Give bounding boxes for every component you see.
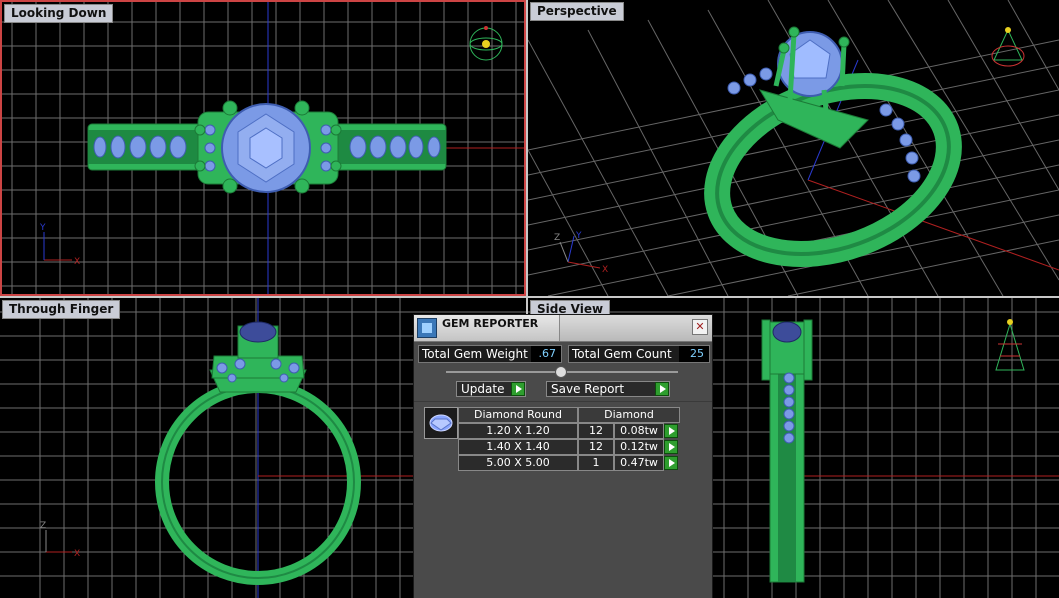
view-orientation-globe-icon <box>469 26 503 61</box>
total-gem-weight-label: Total Gem Weight <box>422 347 528 361</box>
col-header-shape: Diamond Round <box>458 407 578 423</box>
view-triad-through-finger: Z X <box>40 521 80 559</box>
gem-count: 1 <box>578 455 614 471</box>
total-gem-weight-value: .67 <box>531 346 561 362</box>
view-orientation-tree-icon-side <box>995 319 1025 371</box>
gem-reporter-tab: GEM REPORTER <box>414 315 560 341</box>
play-arrow-icon <box>511 382 525 396</box>
save-report-button-label: Save Report <box>551 382 625 396</box>
table-row[interactable]: 1.20 X 1.20 12 0.08tw <box>458 423 681 439</box>
close-icon[interactable]: ✕ <box>692 319 708 335</box>
gem-count: 12 <box>578 439 614 455</box>
col-header-material: Diamond <box>578 407 680 423</box>
gem-size: 1.20 X 1.20 <box>458 423 578 439</box>
view-orientation-tree-icon <box>991 27 1025 67</box>
gem-reporter-titlebar[interactable]: GEM REPORTER ✕ <box>414 315 712 342</box>
svg-text:Z: Z <box>40 521 46 531</box>
gem-count: 12 <box>578 423 614 439</box>
gem-weight: 0.47tw <box>614 455 664 471</box>
table-row[interactable]: 1.40 X 1.40 12 0.12tw <box>458 439 681 455</box>
play-arrow-icon[interactable] <box>664 440 678 454</box>
svg-text:Z: Z <box>554 233 560 243</box>
gem-size: 5.00 X 5.00 <box>458 455 578 471</box>
svg-text:Y: Y <box>575 231 582 241</box>
total-gem-count-label: Total Gem Count <box>572 347 672 361</box>
gem-reporter-panel[interactable]: GEM REPORTER ✕ Total Gem Weight .67 Tota… <box>413 314 713 598</box>
gem-reporter-icon <box>417 318 437 338</box>
round-diamond-icon <box>424 407 458 439</box>
gem-weight: 0.12tw <box>614 439 664 455</box>
perspective-canvas: X Y Z <box>528 0 1059 296</box>
svg-text:X: X <box>602 265 608 275</box>
total-gem-count-field: Total Gem Count 25 <box>568 345 710 363</box>
total-gem-count-value: 25 <box>679 346 709 362</box>
save-report-button[interactable]: Save Report <box>546 381 670 397</box>
y-axis-label: Y <box>39 223 46 233</box>
update-button-label: Update <box>461 382 505 396</box>
x-axis-label: X <box>74 257 80 267</box>
gem-weight: 0.08tw <box>614 423 664 439</box>
gem-size: 1.40 X 1.40 <box>458 439 578 455</box>
update-button[interactable]: Update <box>456 381 526 397</box>
viewport-looking-down[interactable]: X Y Looking Down <box>0 0 526 296</box>
total-gem-weight-field: Total Gem Weight .67 <box>418 345 562 363</box>
play-arrow-icon[interactable] <box>664 456 678 470</box>
viewport-perspective[interactable]: X Y Z Perspective <box>528 0 1059 296</box>
viewport-label-through-finger: Through Finger <box>2 300 121 319</box>
play-arrow-icon <box>655 382 669 396</box>
table-row[interactable]: 5.00 X 5.00 1 0.47tw <box>458 455 681 471</box>
play-arrow-icon[interactable] <box>664 424 678 438</box>
gem-reporter-title: GEM REPORTER <box>442 317 539 330</box>
viewport-label-perspective: Perspective <box>530 2 624 21</box>
splitter-handle[interactable] <box>555 366 567 378</box>
svg-text:X: X <box>74 549 80 559</box>
viewport-label-looking-down: Looking Down <box>4 4 114 23</box>
looking-down-canvas: X Y <box>2 2 524 294</box>
gem-table-header: Diamond Round Diamond <box>458 407 681 423</box>
